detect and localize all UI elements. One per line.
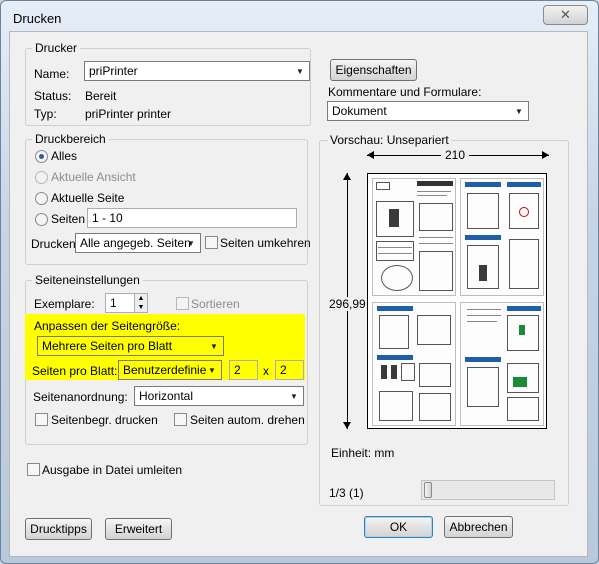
output-to-file-label: Ausgabe in Datei umleiten bbox=[42, 463, 183, 477]
radio-pages-label: Seiten bbox=[51, 212, 86, 226]
print-subset-select[interactable]: Alle angegeb. Seiten ▼ bbox=[75, 233, 201, 253]
spin-up-icon: ▲ bbox=[137, 295, 145, 302]
spin-down-icon: ▼ bbox=[137, 304, 145, 311]
chevron-down-icon: ▼ bbox=[290, 391, 298, 401]
radio-current-view[interactable] bbox=[35, 171, 48, 184]
page-borders-checkbox[interactable] bbox=[35, 413, 48, 426]
page-counter: 1/3 (1) bbox=[329, 486, 364, 500]
fit-size-label: Anpassen der Seitengröße: bbox=[34, 319, 181, 333]
collate-checkbox[interactable] bbox=[176, 297, 189, 310]
cancel-button[interactable]: Abbrechen bbox=[444, 516, 513, 538]
copies-label: Exemplare: bbox=[34, 297, 95, 311]
rows-value: 2 bbox=[280, 363, 287, 377]
reverse-pages-checkbox[interactable] bbox=[205, 236, 218, 249]
print-subset-label: Drucken: bbox=[31, 237, 80, 251]
print-tips-button[interactable]: Drucktipps bbox=[25, 518, 92, 540]
close-button[interactable]: ✕ bbox=[543, 5, 588, 25]
radio-all[interactable] bbox=[35, 150, 48, 163]
ok-label: OK bbox=[389, 520, 408, 534]
chevron-down-icon: ▼ bbox=[187, 238, 195, 248]
preview-thumbnail bbox=[372, 178, 456, 296]
columns-value: 2 bbox=[234, 363, 241, 377]
pages-per-sheet-value: Benutzerdefiniert bbox=[123, 363, 214, 377]
page-borders-label: Seitenbegr. drucken bbox=[51, 413, 158, 427]
page-slider-thumb[interactable] bbox=[424, 482, 432, 498]
radio-current-page-label: Aktuelle Seite bbox=[51, 191, 125, 205]
chevron-down-icon: ▼ bbox=[206, 361, 218, 379]
pages-per-sheet-select[interactable]: Benutzerdefiniert ▼ bbox=[118, 360, 222, 380]
print-subset-value: Alle angegeb. Seiten bbox=[80, 236, 191, 250]
autorotate-checkbox[interactable] bbox=[174, 413, 187, 426]
page-order-select[interactable]: Horizontal ▼ bbox=[134, 386, 304, 406]
radio-all-label: Alles bbox=[51, 149, 78, 163]
printer-name-label: Name: bbox=[34, 67, 70, 81]
comments-select-value: Dokument bbox=[332, 104, 387, 118]
fit-size-value: Mehrere Seiten pro Blatt bbox=[42, 339, 173, 353]
arrow-up-icon bbox=[343, 173, 351, 180]
fit-size-select[interactable]: Mehrere Seiten pro Blatt ▼ bbox=[37, 336, 224, 356]
times-sign: x bbox=[263, 364, 269, 378]
chevron-down-icon: ▼ bbox=[210, 341, 218, 351]
pages-per-sheet-label: Seiten pro Blatt: bbox=[32, 364, 118, 378]
columns-input[interactable]: 2 bbox=[229, 360, 258, 380]
print-range-label: Druckbereich bbox=[32, 132, 109, 146]
window-title: Drucken bbox=[13, 11, 62, 26]
printer-select[interactable]: priPrinter ▼ bbox=[84, 61, 310, 81]
printer-type-label: Typ: bbox=[34, 107, 57, 121]
arrow-down-icon bbox=[343, 422, 351, 429]
output-to-file-checkbox[interactable] bbox=[27, 463, 40, 476]
printer-select-value: priPrinter bbox=[89, 64, 138, 78]
preview-page[interactable] bbox=[367, 173, 547, 429]
collate-label: Sortieren bbox=[191, 297, 240, 311]
printer-type-value: priPrinter printer bbox=[85, 107, 172, 121]
copies-value: 1 bbox=[110, 296, 117, 310]
advanced-button[interactable]: Erweitert bbox=[105, 518, 172, 540]
rows-input[interactable]: 2 bbox=[275, 360, 304, 380]
advanced-label: Erweitert bbox=[114, 522, 163, 536]
radio-current-view-label: Aktuelle Ansicht bbox=[51, 170, 136, 184]
printer-group-label: Drucker bbox=[32, 41, 81, 55]
close-icon: ✕ bbox=[560, 7, 571, 22]
preview-thumbnail bbox=[460, 302, 544, 426]
properties-button[interactable]: Eigenschaften bbox=[330, 59, 417, 81]
copies-spinner[interactable]: ▲ ▼ bbox=[134, 293, 148, 313]
preview-label: Vorschau: Unsepariert bbox=[328, 133, 451, 147]
copies-input[interactable]: 1 bbox=[105, 293, 135, 313]
print-tips-label: Drucktipps bbox=[30, 522, 87, 536]
comments-label: Kommentare und Formulare: bbox=[328, 85, 482, 99]
preview-thumbnail bbox=[372, 302, 456, 426]
page-order-label: Seitenanordnung: bbox=[33, 390, 128, 404]
printer-status-label: Status: bbox=[34, 89, 72, 103]
pages-range-input[interactable]: 1 - 10 bbox=[87, 208, 297, 228]
chevron-down-icon: ▼ bbox=[296, 66, 304, 76]
autorotate-label: Seiten autom. drehen bbox=[190, 413, 305, 427]
ok-button[interactable]: OK bbox=[364, 516, 433, 538]
printer-status-value: Bereit bbox=[85, 89, 117, 103]
reverse-pages-label: Seiten umkehren bbox=[220, 236, 311, 250]
preview-thumbnail bbox=[460, 178, 544, 296]
width-dimension: 210 bbox=[367, 148, 549, 162]
arrow-left-icon bbox=[367, 151, 374, 159]
page-setup-label: Seiteneinstellungen bbox=[32, 273, 143, 287]
pages-range-value: 1 - 10 bbox=[92, 211, 123, 225]
page-slider-track[interactable] bbox=[421, 480, 555, 500]
comments-select[interactable]: Dokument ▼ bbox=[327, 101, 529, 121]
properties-button-label: Eigenschaften bbox=[335, 63, 412, 77]
unit-label: Einheit: mm bbox=[331, 446, 395, 460]
radio-current-page[interactable] bbox=[35, 192, 48, 205]
preview-height-value: 296,99 bbox=[329, 297, 366, 311]
chevron-down-icon: ▼ bbox=[515, 106, 523, 116]
cancel-label: Abbrechen bbox=[449, 520, 508, 534]
radio-pages[interactable] bbox=[35, 213, 48, 226]
print-dialog: Drucken ✕ Drucker Name: priPrinter ▼ Sta… bbox=[0, 0, 599, 564]
arrow-right-icon bbox=[542, 151, 549, 159]
preview-width-value: 210 bbox=[441, 148, 470, 162]
page-order-value: Horizontal bbox=[139, 389, 194, 403]
